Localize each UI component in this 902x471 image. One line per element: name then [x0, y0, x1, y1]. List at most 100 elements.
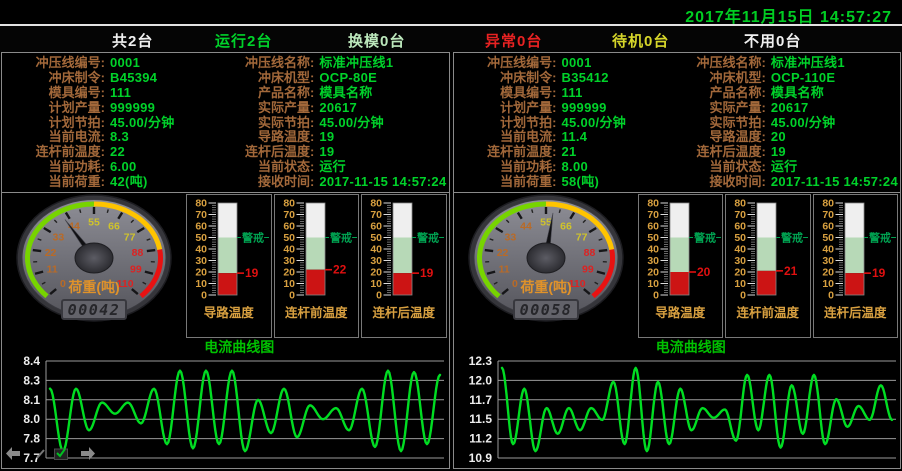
info-row: 冲床机型:OCP-80E [213, 71, 446, 86]
scroll-left-icon[interactable] [6, 447, 21, 465]
scroll-right-icon[interactable] [80, 447, 95, 465]
svg-text:60: 60 [283, 221, 295, 233]
svg-text:30: 30 [370, 255, 382, 267]
info-value: 11.4 [562, 130, 588, 145]
info-value: 模具名称 [771, 86, 824, 101]
svg-text:44: 44 [520, 220, 532, 232]
hmi-screen: 2017年11月15日 14:57:27 共2台运行2台换模0台异常0台待机0台… [0, 0, 902, 471]
svg-text:10: 10 [647, 278, 659, 290]
info-value: 2017-11-15 14:57:24 [319, 175, 446, 190]
info-value: 42(吨) [110, 175, 148, 190]
svg-text:80: 80 [647, 198, 659, 210]
info-label: 导路温度: [665, 130, 766, 145]
info-label: 冲压线名称: [665, 56, 766, 71]
svg-text:60: 60 [734, 221, 746, 233]
info-row: 当前功耗: 8.00 [456, 160, 665, 175]
svg-text:19: 19 [420, 266, 434, 280]
info-label: 导路温度: [213, 130, 314, 145]
thermometer-title: 连杆前温度 [275, 305, 359, 322]
page-button[interactable] [54, 447, 68, 465]
info-label: 当前功耗: [456, 160, 557, 175]
meters-section: 0112233445566778899110荷重(吨)0005801020304… [454, 193, 901, 339]
info-value: B35412 [562, 71, 609, 86]
svg-text:11.7: 11.7 [469, 393, 492, 407]
svg-text:20: 20 [697, 265, 711, 279]
svg-text:30: 30 [647, 255, 659, 267]
svg-text:50: 50 [283, 232, 295, 244]
svg-text:警戒: 警戒 [329, 231, 352, 245]
svg-text:40: 40 [647, 244, 659, 256]
info-value: 999999 [110, 101, 155, 116]
svg-text:66: 66 [560, 220, 572, 232]
svg-text:0: 0 [511, 278, 517, 290]
panels: 冲压线编号:0001冲床制令:B45394模具编号:111计划产量:999999… [0, 52, 902, 469]
info-value: 111 [110, 86, 131, 101]
svg-text:80: 80 [734, 198, 746, 210]
thermometer-scale: 01020304050607080警戒20 [639, 195, 723, 305]
thermometer-scale: 01020304050607080警戒22 [275, 195, 359, 305]
info-value: 6.00 [110, 160, 137, 175]
svg-text:33: 33 [504, 231, 516, 243]
info-row: 冲压线名称:标准冲压线1 [665, 56, 898, 71]
svg-text:22: 22 [333, 263, 347, 277]
info-label: 实际产量: [665, 101, 766, 116]
svg-text:80: 80 [370, 198, 382, 210]
status-item: 异常0台 [485, 30, 542, 51]
svg-text:40: 40 [370, 244, 382, 256]
thermometer: 01020304050607080警戒19连杆后温度 [361, 194, 447, 338]
info-column: 冲压线编号:0001冲床制令:B45394模具编号:111计划产量:999999… [4, 56, 213, 190]
info-row: 连杆后温度:19 [665, 145, 898, 160]
svg-text:0: 0 [828, 290, 834, 302]
info-row: 连杆后温度:19 [213, 145, 446, 160]
svg-text:50: 50 [734, 232, 746, 244]
info-label: 计划节拍: [456, 116, 557, 131]
svg-text:55: 55 [88, 217, 100, 229]
info-label: 冲压线编号: [456, 56, 557, 71]
gauge-wrap: 0112233445566778899110荷重(吨)00058 [456, 194, 636, 338]
load-gauge: 0112233445566778899110荷重(吨)00058 [456, 194, 636, 338]
svg-text:0: 0 [60, 278, 66, 290]
info-label: 实际节拍: [213, 116, 314, 131]
info-value: 20617 [319, 101, 357, 116]
svg-text:80: 80 [283, 198, 295, 210]
info-label: 当前电流: [4, 130, 105, 145]
svg-text:40: 40 [734, 244, 746, 256]
svg-text:99: 99 [582, 264, 594, 276]
svg-text:00042: 00042 [68, 301, 121, 319]
info-value: 20617 [771, 101, 809, 116]
svg-text:50: 50 [822, 232, 834, 244]
svg-text:40: 40 [283, 244, 295, 256]
info-row: 当前状态:运行 [665, 160, 898, 175]
svg-text:11: 11 [498, 264, 509, 276]
svg-text:0: 0 [289, 290, 295, 302]
svg-text:88: 88 [583, 247, 595, 259]
svg-text:10: 10 [734, 278, 746, 290]
info-row: 计划节拍:45.00/分钟 [456, 116, 665, 131]
info-value: 999999 [562, 101, 607, 116]
gauge-wrap: 0112233445566778899110荷重(吨)00042 [4, 194, 184, 338]
pencil-icon[interactable] [36, 447, 46, 465]
svg-text:70: 70 [822, 209, 834, 221]
info-row: 当前电流:11.4 [456, 130, 665, 145]
info-column: 冲压线名称:标准冲压线1冲床机型:OCP-80E产品名称:模具名称实际产量:20… [213, 56, 446, 190]
info-value: 22 [110, 145, 125, 160]
svg-text:19: 19 [245, 266, 259, 280]
info-label: 实际节拍: [665, 116, 766, 131]
info-value: OCP-110E [771, 71, 836, 86]
svg-text:8.4: 8.4 [23, 356, 40, 368]
thermometer-scale: 01020304050607080警戒19 [362, 195, 446, 305]
svg-text:荷重(吨): 荷重(吨) [67, 279, 119, 295]
info-value: 8.00 [562, 160, 589, 175]
info-row: 实际节拍:45.00/分钟 [213, 116, 446, 131]
svg-text:70: 70 [647, 209, 659, 221]
status-item: 运行2台 [215, 30, 272, 51]
info-row: 连杆前温度:21 [456, 145, 665, 160]
svg-text:20: 20 [822, 267, 834, 279]
press-line-panel: 冲压线编号:0001冲床制令:B35412模具编号:111计划产量:999999… [453, 52, 902, 469]
svg-text:70: 70 [370, 209, 382, 221]
info-label: 连杆后温度: [213, 145, 314, 160]
svg-text:40: 40 [822, 244, 834, 256]
svg-text:70: 70 [734, 209, 746, 221]
svg-text:00058: 00058 [519, 301, 572, 319]
info-label: 产品名称: [213, 86, 314, 101]
